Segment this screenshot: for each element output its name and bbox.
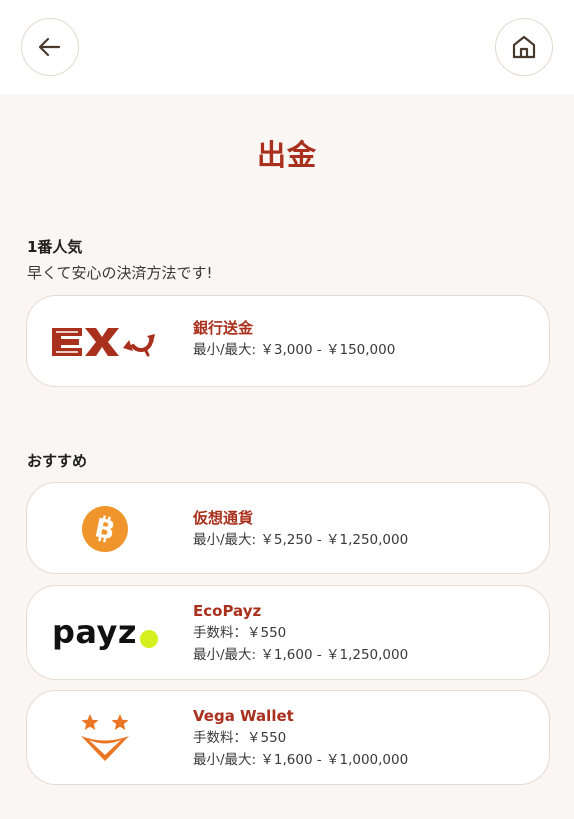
back-button[interactable] [21, 18, 79, 76]
method-name: 銀行送金 [193, 319, 254, 337]
method-name: Vega Wallet [193, 707, 294, 725]
method-limits: 最小/最大: ￥1,600 - ￥1,250,000 [193, 647, 409, 663]
home-icon [512, 35, 536, 59]
method-limits: 最小/最大: ￥1,600 - ￥1,000,000 [193, 752, 409, 768]
method-fee: 手数料：￥550 [193, 730, 287, 746]
arrow-left-icon [38, 37, 61, 57]
bitcoin-logo: B [45, 504, 165, 554]
ex-logo [45, 318, 165, 366]
vega-wallet-logo [45, 711, 165, 765]
method-fee: 手数料：￥550 [193, 625, 287, 641]
method-name: 仮想通貨 [193, 509, 254, 527]
method-limits: 最小/最大: ￥3,000 - ￥150,000 [193, 342, 396, 358]
popular-section-title: 1番人気 [27, 238, 83, 256]
payz-dot [140, 630, 158, 648]
method-limits: 最小/最大: ￥5,250 - ￥1,250,000 [193, 532, 409, 548]
payment-method-vega-wallet[interactable]: Vega Wallet 手数料：￥550 最小/最大: ￥1,600 - ￥1,… [26, 690, 550, 785]
payment-method-bank-transfer[interactable]: 銀行送金 最小/最大: ￥3,000 - ￥150,000 [26, 295, 550, 387]
popular-section-subtitle: 早くて安心の決済方法です! [27, 264, 213, 282]
top-bar [0, 0, 574, 94]
method-name: EcoPayz [193, 602, 262, 620]
payz-logo: payz [45, 612, 165, 652]
payz-logo-text: payz [52, 613, 137, 651]
page-title: 出金 [256, 138, 317, 172]
recommended-section-title: おすすめ [27, 452, 88, 470]
payment-method-crypto[interactable]: B 仮想通貨 最小/最大: ￥5,250 - ￥1,250,000 [26, 482, 550, 574]
home-button[interactable] [495, 18, 553, 76]
payment-method-ecopayz[interactable]: payz EcoPayz 手数料：￥550 最小/最大: ￥1,600 - ￥1… [26, 585, 550, 680]
